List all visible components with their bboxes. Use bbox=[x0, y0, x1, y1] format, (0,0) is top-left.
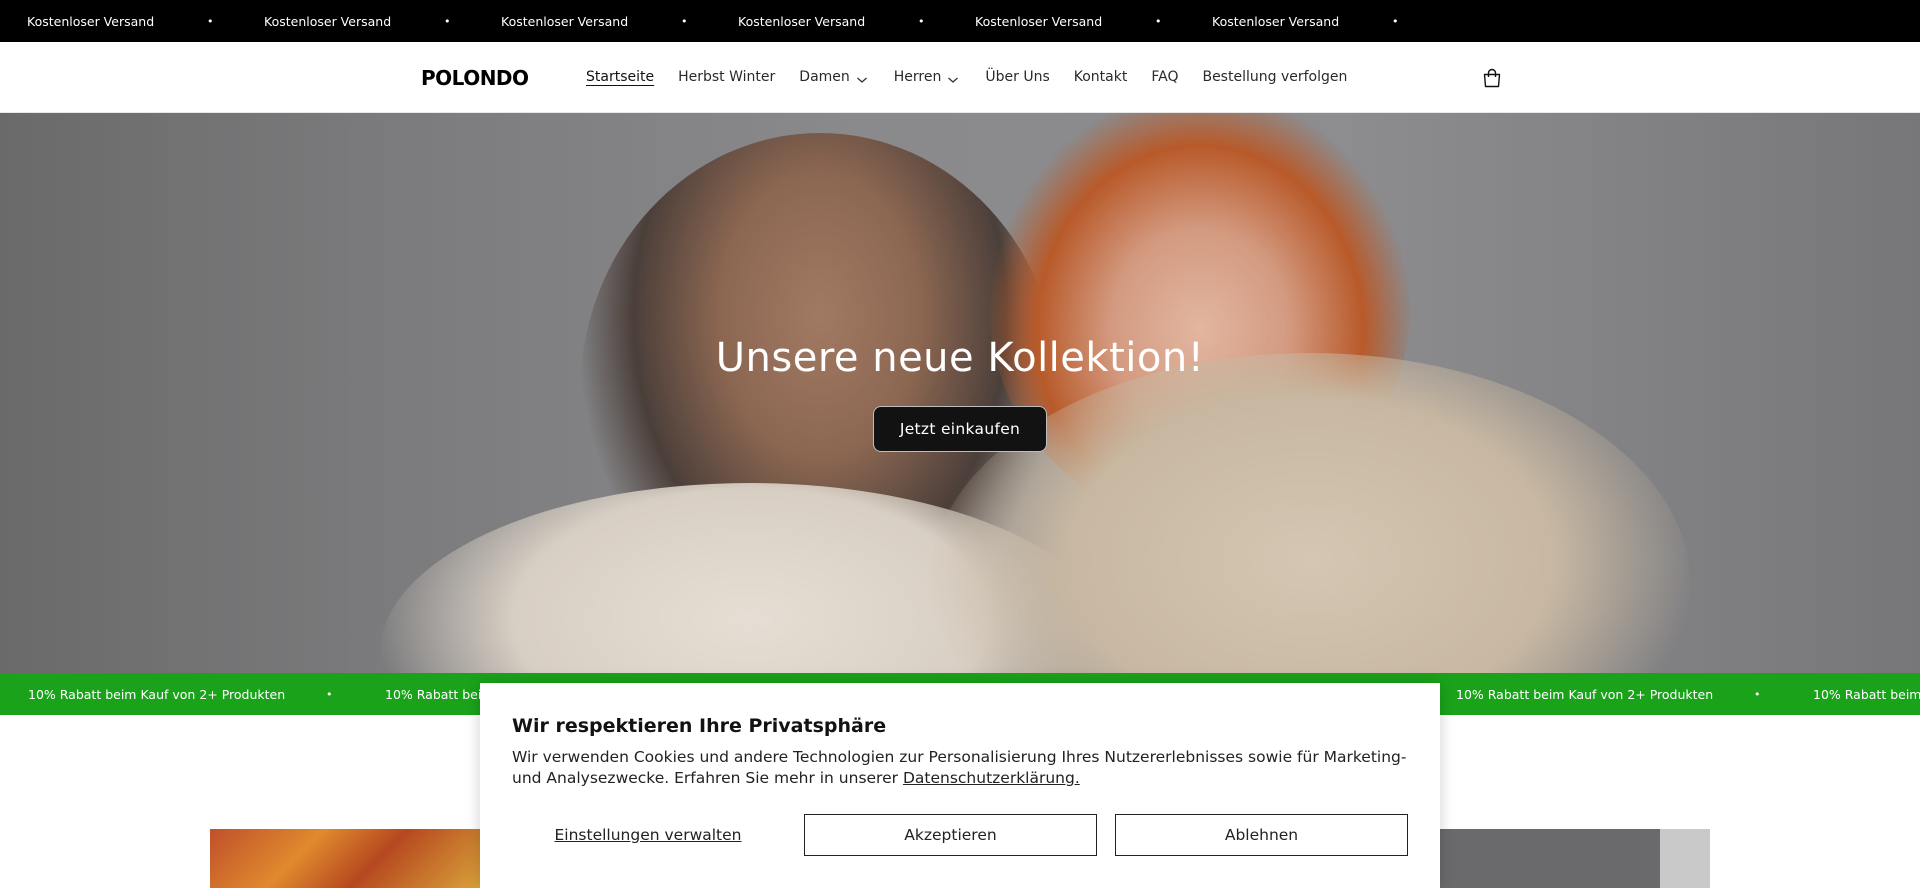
nav-item-herren[interactable]: Herren bbox=[894, 69, 962, 85]
announcement-separator: • bbox=[681, 14, 688, 28]
announcement-item: Kostenloser Versand • bbox=[738, 14, 975, 29]
nav-item-bestellung-verfolgen[interactable]: Bestellung verfolgen bbox=[1202, 69, 1347, 85]
announcement-bar: Kostenloser Versand • Kostenloser Versand •… bbox=[0, 0, 1920, 42]
privacy-policy-link[interactable]: Datenschutzerklärung. bbox=[903, 769, 1080, 787]
hero-title: Unsere neue Kollektion! bbox=[715, 335, 1205, 381]
nav-item-herbst-winter[interactable]: Herbst Winter bbox=[678, 69, 775, 85]
decline-button[interactable]: Ablehnen bbox=[1115, 814, 1408, 856]
manage-settings-link[interactable]: Einstellungen verwalten bbox=[512, 814, 784, 856]
chevron-down-icon bbox=[947, 72, 961, 83]
announcement-text: Kostenloser Versand bbox=[501, 13, 629, 29]
nav-item-label: Über Uns bbox=[985, 69, 1050, 85]
promo-item: 10% Rabatt beim Kauf von 2+ Produkten • bbox=[28, 687, 385, 702]
site-header: POLONDO Startseite Herbst Winter Damen Herr… bbox=[0, 42, 1920, 113]
promo-text: 10% Rabatt beim Kauf von 2+ Produkten bbox=[28, 686, 286, 702]
nav-item-label: Startseite bbox=[586, 69, 655, 85]
promo-item: 10% Rabatt beim Kauf von 2+ Produkten • bbox=[1456, 687, 1813, 702]
announcement-separator: • bbox=[1392, 14, 1399, 28]
logo[interactable]: POLONDO bbox=[421, 66, 529, 90]
nav-item-label: Kontakt bbox=[1073, 69, 1128, 85]
announcement-item: Kostenloser Versand • bbox=[975, 14, 1212, 29]
shopping-bag-icon[interactable] bbox=[1480, 66, 1504, 90]
nav-item-label: Herren bbox=[893, 69, 942, 85]
announcement-text: Kostenloser Versand bbox=[738, 13, 866, 29]
promo-item: 10% Rabatt beim Kauf von 2+ Produkten• bbox=[1813, 687, 1920, 702]
announcement-text: Kostenloser Versand bbox=[264, 13, 392, 29]
cookie-text: Wir verwenden Cookies und andere Technol… bbox=[512, 747, 1412, 789]
announcement-item: Kostenloser Versand • bbox=[501, 14, 738, 29]
announcement-track: Kostenloser Versand • Kostenloser Versand •… bbox=[27, 0, 1449, 42]
nav-item-label: Damen bbox=[799, 69, 850, 85]
collection-image-edge bbox=[1660, 829, 1710, 888]
promo-separator: • bbox=[1754, 687, 1761, 701]
announcement-text: Kostenloser Versand bbox=[27, 13, 155, 29]
announcement-item: Kostenloser Versand • bbox=[27, 14, 264, 29]
accept-button[interactable]: Akzeptieren bbox=[804, 814, 1097, 856]
announcement-text: Kostenloser Versand bbox=[1212, 13, 1340, 29]
announcement-separator: • bbox=[1155, 14, 1162, 28]
hero-banner: Unsere neue Kollektion! Jetzt einkaufen bbox=[0, 113, 1920, 673]
main-nav: Startseite Herbst Winter Damen Herren Über U… bbox=[586, 42, 1371, 112]
collection-image-model[interactable] bbox=[1440, 829, 1660, 888]
nav-item-kontakt[interactable]: Kontakt bbox=[1074, 69, 1128, 85]
nav-item-faq[interactable]: FAQ bbox=[1151, 69, 1178, 85]
announcement-separator: • bbox=[207, 14, 214, 28]
promo-separator: • bbox=[326, 687, 333, 701]
cookie-title: Wir respektieren Ihre Privatsphäre bbox=[512, 715, 887, 737]
nav-item-label: Herbst Winter bbox=[678, 69, 776, 85]
collection-image-autumn[interactable] bbox=[210, 829, 480, 888]
promo-text: 10% Rabatt beim Kauf von 2+ Produkten bbox=[1456, 686, 1714, 702]
cookie-banner: Wir respektieren Ihre Privatsphäre Wir v… bbox=[480, 683, 1440, 888]
announcement-text: Kostenloser Versand bbox=[975, 13, 1103, 29]
nav-item-damen[interactable]: Damen bbox=[799, 69, 869, 85]
shop-now-button[interactable]: Jetzt einkaufen bbox=[873, 406, 1047, 452]
announcement-item: Kostenloser Versand • bbox=[264, 14, 501, 29]
chevron-down-icon bbox=[856, 72, 870, 83]
announcement-separator: • bbox=[918, 14, 925, 28]
announcement-separator: • bbox=[444, 14, 451, 28]
announcement-item: Kostenloser Versand • bbox=[1212, 14, 1449, 29]
nav-item-label: Bestellung verfolgen bbox=[1202, 69, 1348, 85]
nav-item-label: FAQ bbox=[1151, 69, 1179, 85]
promo-text: 10% Rabatt beim Kauf von 2+ Produkten bbox=[1813, 686, 1920, 702]
nav-item-startseite[interactable]: Startseite bbox=[586, 69, 654, 85]
nav-item-über-uns[interactable]: Über Uns bbox=[985, 69, 1049, 85]
